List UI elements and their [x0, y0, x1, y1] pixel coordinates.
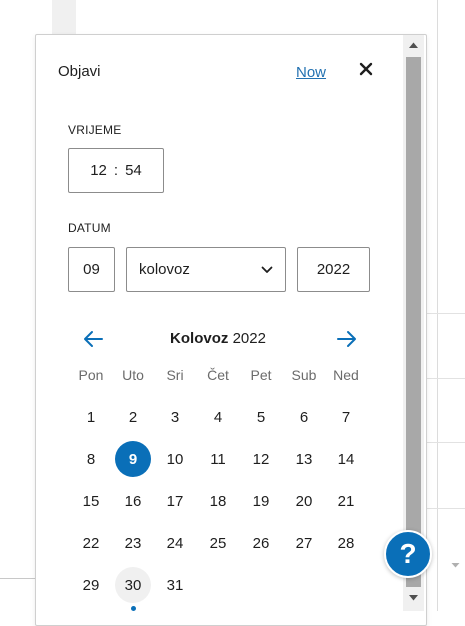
day-value: 09	[83, 261, 100, 278]
calendar-day[interactable]: 28	[328, 525, 364, 561]
calendar-day[interactable]: 7	[328, 399, 364, 435]
triangle-down-icon	[451, 563, 460, 568]
calendar-day[interactable]: 19	[243, 483, 279, 519]
scroll-up-button[interactable]	[403, 35, 424, 55]
calendar-day[interactable]: 26	[243, 525, 279, 561]
triangle-up-icon	[409, 42, 418, 48]
popover-title: Objavi	[58, 63, 101, 80]
calendar-day[interactable]: 11	[200, 441, 236, 477]
publish-popover: Objavi Now VRIJEME 12 : 54 DATUM 09 kolo…	[35, 34, 427, 626]
calendar-day[interactable]: 23	[115, 525, 151, 561]
calendar-year: 2022	[232, 330, 266, 347]
day-input[interactable]: 09	[68, 247, 115, 292]
time-field: 12 : 54	[68, 148, 164, 193]
calendar-day[interactable]: 22	[73, 525, 109, 561]
calendar-day[interactable]: 24	[157, 525, 193, 561]
background-row-line	[425, 508, 465, 509]
background-divider	[437, 0, 438, 611]
calendar-day[interactable]: 21	[328, 483, 364, 519]
calendar-month: Kolovoz	[170, 330, 229, 347]
background-row-line	[425, 442, 465, 443]
calendar-header: Kolovoz 2022	[68, 327, 368, 351]
calendar-day[interactable]: 14	[328, 441, 364, 477]
calendar-day[interactable]: 12	[243, 441, 279, 477]
scrollbar-thumb[interactable]	[406, 57, 421, 587]
arrow-right-icon	[337, 331, 356, 347]
time-separator: :	[113, 162, 119, 179]
minutes-input[interactable]: 54	[125, 162, 142, 179]
month-select[interactable]: kolovoz	[126, 247, 286, 292]
calendar-day[interactable]: 13	[286, 441, 322, 477]
help-button[interactable]: ?	[384, 530, 432, 578]
time-label: VRIJEME	[68, 123, 122, 137]
calendar-day[interactable]: 6	[286, 399, 322, 435]
weekday-label: Sub	[291, 367, 317, 383]
background-panel	[52, 0, 76, 36]
next-month-button[interactable]	[332, 327, 360, 351]
calendar-day[interactable]: 4	[200, 399, 236, 435]
calendar-day[interactable]: 5	[243, 399, 279, 435]
calendar-day[interactable]: 9	[115, 441, 151, 477]
calendar-day[interactable]: 20	[286, 483, 322, 519]
date-label: DATUM	[68, 221, 111, 235]
calendar-day[interactable]: 8	[73, 441, 109, 477]
calendar-day[interactable]: 18	[200, 483, 236, 519]
today-indicator	[131, 606, 136, 611]
weekday-label: Čet	[207, 367, 229, 383]
calendar-day[interactable]: 1	[73, 399, 109, 435]
calendar-day[interactable]: 17	[157, 483, 193, 519]
background-row-line	[425, 378, 465, 379]
calendar-day[interactable]: 29	[73, 567, 109, 603]
weekday-label: Uto	[122, 367, 144, 383]
hours-input[interactable]: 12	[90, 162, 107, 179]
weekday-label: Pet	[250, 367, 272, 383]
calendar-day[interactable]: 31	[157, 567, 193, 603]
close-icon	[359, 62, 373, 76]
calendar-day[interactable]: 3	[157, 399, 193, 435]
calendar-day[interactable]: 15	[73, 483, 109, 519]
triangle-down-icon	[409, 595, 418, 601]
background-row-line	[425, 313, 465, 314]
calendar-day[interactable]: 10	[157, 441, 193, 477]
close-button[interactable]	[354, 57, 378, 81]
weekday-label: Pon	[78, 367, 104, 383]
year-input[interactable]: 2022	[297, 247, 370, 292]
calendar-day[interactable]: 25	[200, 525, 236, 561]
chevron-down-icon	[261, 266, 273, 273]
page-scroll-down-button[interactable]	[446, 556, 465, 574]
calendar-title: Kolovoz 2022	[68, 330, 368, 347]
calendar-day[interactable]: 30	[115, 567, 151, 603]
now-link[interactable]: Now	[296, 64, 326, 81]
year-value: 2022	[316, 261, 351, 278]
month-value: kolovoz	[139, 261, 190, 278]
calendar-day[interactable]: 27	[286, 525, 322, 561]
calendar-day[interactable]: 2	[115, 399, 151, 435]
background-divider	[0, 578, 40, 579]
weekday-label: Ned	[333, 367, 359, 383]
popover-scrollbar[interactable]	[403, 35, 424, 611]
calendar-day[interactable]: 16	[115, 483, 151, 519]
scroll-down-button[interactable]	[403, 588, 424, 608]
weekday-label: Sri	[166, 367, 184, 383]
